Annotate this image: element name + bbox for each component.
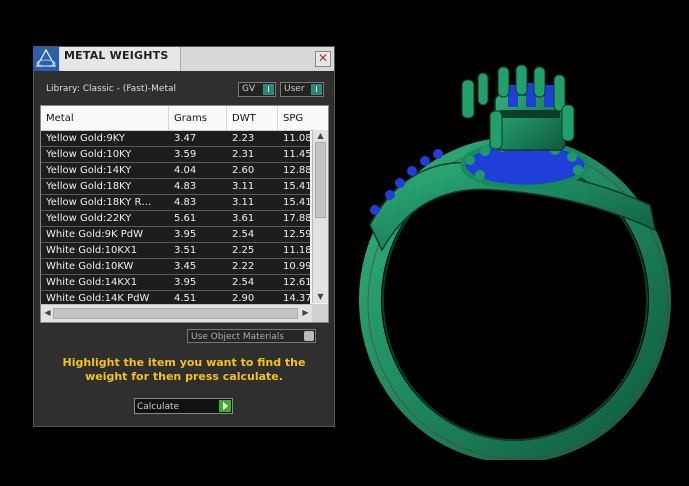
calculate-value: Calculate bbox=[137, 402, 180, 412]
close-icon[interactable]: ✕ bbox=[315, 51, 331, 67]
scroll-left-arrow-icon[interactable]: ◀ bbox=[42, 308, 53, 318]
dwt-cell: 2.23 bbox=[232, 133, 255, 144]
scroll-down-arrow-icon[interactable]: ▼ bbox=[315, 292, 326, 302]
column-header-grams[interactable]: Grams bbox=[174, 113, 207, 124]
metal-cell: Yellow Gold:9KY bbox=[46, 133, 125, 144]
metal-cell: Yellow Gold:18KY bbox=[46, 181, 132, 192]
dwt-cell: 3.11 bbox=[232, 197, 255, 208]
user-toggle-label: User bbox=[284, 84, 305, 94]
user-toggle[interactable]: User I bbox=[280, 82, 324, 97]
metal-cell: White Gold:14KX1 bbox=[46, 277, 138, 288]
table-row[interactable]: White Gold:10KX1 3.51 2.25 11.18 bbox=[41, 243, 312, 259]
table-row[interactable]: White Gold:9K PdW 3.95 2.54 12.59 bbox=[41, 227, 312, 243]
column-header-metal[interactable]: Metal bbox=[46, 113, 74, 124]
metal-cell: White Gold:9K PdW bbox=[46, 229, 143, 240]
center-stones bbox=[508, 83, 554, 107]
scroll-corner bbox=[312, 304, 328, 322]
metal-cell: Yellow Gold:14KY bbox=[46, 165, 132, 176]
vertical-scroll-thumb[interactable] bbox=[315, 142, 326, 218]
spg-cell: 11.08 bbox=[283, 133, 312, 144]
dwt-cell: 2.22 bbox=[232, 261, 255, 272]
panel-titlebar[interactable]: METAL WEIGHTS ✕ bbox=[33, 47, 334, 71]
dwt-cell: 2.54 bbox=[232, 229, 255, 240]
spg-cell: 12.61 bbox=[283, 277, 312, 288]
table-row[interactable]: Yellow Gold:9KY 3.47 2.23 11.08 bbox=[41, 131, 312, 147]
grams-cell: 4.83 bbox=[174, 181, 197, 192]
metal-cell: White Gold:10KX1 bbox=[46, 245, 138, 256]
user-indicator-icon: I bbox=[311, 84, 322, 95]
gv-toggle-label: GV bbox=[242, 84, 256, 94]
table-row[interactable]: White Gold:14KX1 3.95 2.54 12.61 bbox=[41, 275, 312, 291]
ring-3d-model[interactable] bbox=[350, 55, 675, 460]
scroll-right-arrow-icon[interactable]: ▶ bbox=[300, 308, 311, 318]
grams-cell: 3.47 bbox=[174, 133, 197, 144]
dwt-cell: 3.11 bbox=[232, 181, 255, 192]
grams-cell: 4.83 bbox=[174, 197, 197, 208]
metal-cell: Yellow Gold:22KY bbox=[46, 213, 132, 224]
play-arrow-icon[interactable] bbox=[219, 400, 231, 412]
column-header-spg[interactable]: SPG bbox=[283, 113, 303, 124]
spg-cell: 11.18 bbox=[283, 245, 312, 256]
grams-cell: 3.45 bbox=[174, 261, 197, 272]
spg-cell: 12.59 bbox=[283, 229, 312, 240]
grams-cell: 4.51 bbox=[174, 293, 197, 304]
dwt-cell: 2.31 bbox=[232, 149, 255, 160]
radio-dot-icon bbox=[304, 331, 314, 341]
library-label: Library: Classic - (Fast)-Metal bbox=[46, 84, 177, 94]
spg-cell: 11.45 bbox=[283, 149, 312, 160]
dwt-cell: 2.54 bbox=[232, 277, 255, 288]
table-row[interactable]: Yellow Gold:14KY 4.04 2.60 12.88 bbox=[41, 163, 312, 179]
panel-title: METAL WEIGHTS bbox=[64, 49, 169, 62]
grams-cell: 3.95 bbox=[174, 277, 197, 288]
spg-cell: 12.88 bbox=[283, 165, 312, 176]
spg-cell: 15.41 bbox=[283, 181, 312, 192]
column-divider bbox=[277, 106, 278, 130]
spg-cell: 14.37 bbox=[283, 293, 312, 304]
grams-cell: 5.61 bbox=[174, 213, 197, 224]
column-divider bbox=[226, 106, 227, 130]
table-header: Metal Grams DWT SPG bbox=[41, 106, 328, 131]
gv-indicator-icon: I bbox=[263, 84, 274, 95]
use-object-materials-button[interactable]: Use Object Materials bbox=[187, 329, 316, 343]
horizontal-scrollbar[interactable]: ◀ ▶ bbox=[41, 304, 312, 322]
grams-cell: 4.04 bbox=[174, 165, 197, 176]
dwt-cell: 2.90 bbox=[232, 293, 255, 304]
table-row[interactable]: White Gold:10KW 3.45 2.22 10.99 bbox=[41, 259, 312, 275]
table-row[interactable]: Yellow Gold:18KY R… 4.83 3.11 15.41 bbox=[41, 195, 312, 211]
scroll-up-arrow-icon[interactable]: ▲ bbox=[315, 131, 326, 141]
column-header-dwt[interactable]: DWT bbox=[232, 113, 256, 124]
use-object-materials-label: Use Object Materials bbox=[191, 332, 285, 342]
grams-cell: 3.51 bbox=[174, 245, 197, 256]
table-row[interactable]: Yellow Gold:22KY 5.61 3.61 17.88 bbox=[41, 211, 312, 227]
grams-cell: 3.95 bbox=[174, 229, 197, 240]
metal-table[interactable]: Metal Grams DWT SPG Yellow Gold:9KY 3.47 2… bbox=[40, 105, 329, 323]
metal-cell: White Gold:14K PdW bbox=[46, 293, 150, 304]
spg-cell: 10.99 bbox=[283, 261, 312, 272]
vertical-scrollbar[interactable]: ▲ ▼ bbox=[312, 130, 328, 303]
dwt-cell: 2.60 bbox=[232, 165, 255, 176]
gemvision-logo-icon bbox=[33, 47, 59, 71]
dwt-cell: 3.61 bbox=[232, 213, 255, 224]
table-row[interactable]: Yellow Gold:18KY 4.83 3.11 15.41 bbox=[41, 179, 312, 195]
grams-cell: 3.59 bbox=[174, 149, 197, 160]
horizontal-scroll-thumb[interactable] bbox=[53, 308, 298, 319]
gv-toggle[interactable]: GV I bbox=[238, 82, 276, 97]
instruction-text: Highlight the item you want to find the … bbox=[62, 356, 306, 383]
spg-cell: 17.88 bbox=[283, 213, 312, 224]
metal-cell: White Gold:10KW bbox=[46, 261, 134, 272]
spg-cell: 15.41 bbox=[283, 197, 312, 208]
table-row[interactable]: Yellow Gold:10KY 3.59 2.31 11.45 bbox=[41, 147, 312, 163]
metal-cell: Yellow Gold:10KY bbox=[46, 149, 132, 160]
column-divider bbox=[168, 106, 169, 130]
metal-cell: Yellow Gold:18KY R… bbox=[46, 197, 152, 208]
calculate-select[interactable]: Calculate bbox=[134, 398, 233, 414]
dwt-cell: 2.25 bbox=[232, 245, 255, 256]
metal-weights-panel: METAL WEIGHTS ✕ Library: Classic - (Fast… bbox=[33, 46, 335, 427]
basket-rail bbox=[500, 110, 560, 118]
